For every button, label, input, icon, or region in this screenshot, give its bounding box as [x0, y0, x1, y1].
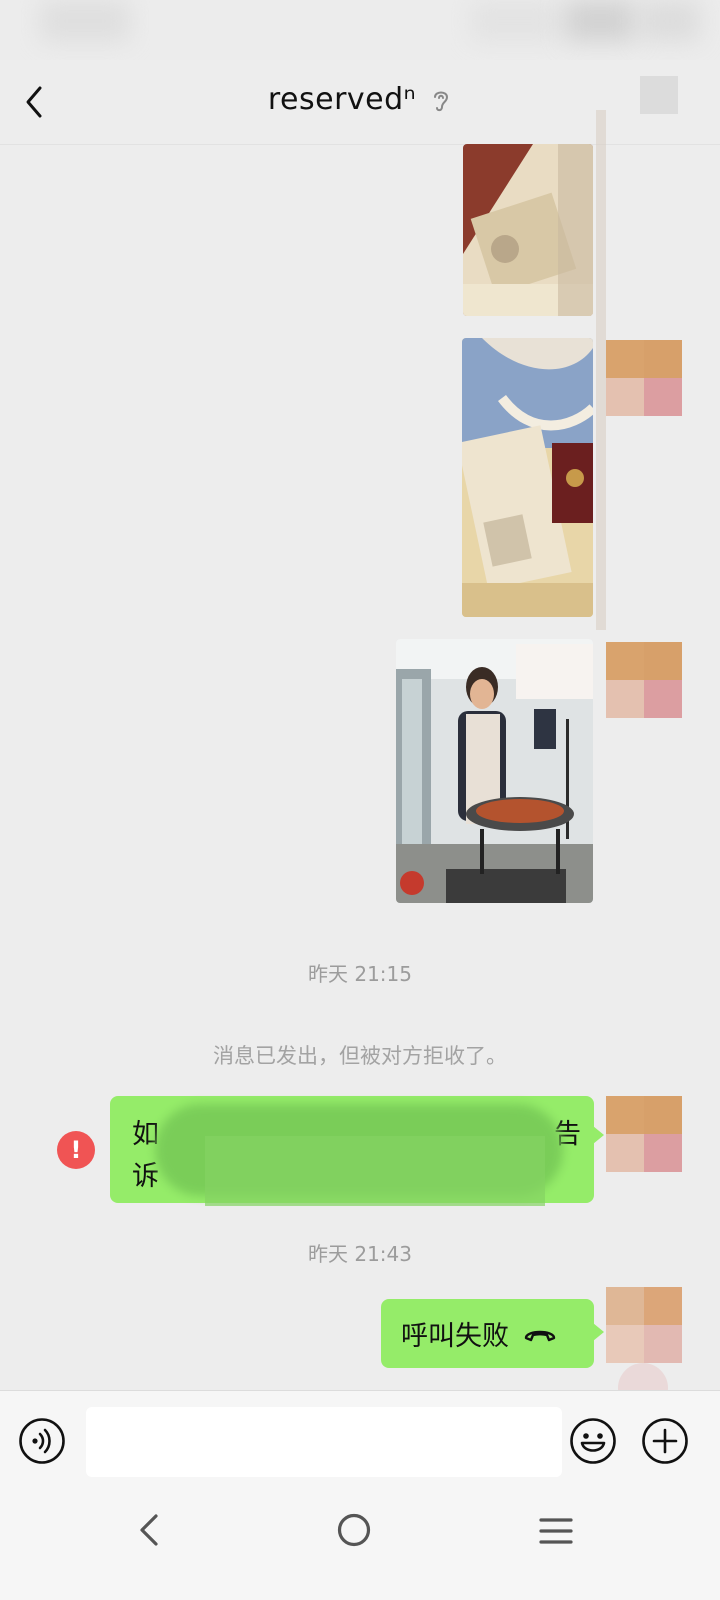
timestamp: 昨天 21:15 — [308, 962, 412, 986]
emoji-icon[interactable] — [569, 1417, 617, 1465]
nav-home-icon[interactable] — [336, 1512, 372, 1548]
contact-name: reservedⁿ — [267, 82, 417, 117]
nav-back-icon[interactable] — [134, 1512, 166, 1548]
system-navigation-bar — [0, 1494, 720, 1600]
phone-hangup-icon — [524, 1330, 556, 1341]
image-message[interactable] — [462, 338, 593, 617]
photo-passport-1 — [463, 144, 593, 316]
message-input[interactable] — [86, 1407, 562, 1477]
photo-passport-2 — [462, 338, 593, 617]
message-text-line2: 诉 — [132, 1161, 159, 1192]
timestamp: 昨天 21:43 — [308, 1242, 412, 1266]
redaction-mosaic — [205, 1136, 545, 1206]
chat-header: reservedⁿ — [0, 60, 720, 145]
send-failed-icon[interactable]: ! — [57, 1131, 95, 1169]
status-bar — [0, 0, 720, 60]
photo-cooking — [396, 639, 593, 903]
plus-icon[interactable] — [641, 1417, 689, 1465]
call-failed-label: 呼叫失败 — [401, 1321, 509, 1352]
chat-title: reservedⁿ — [0, 82, 720, 117]
image-message[interactable] — [396, 639, 593, 903]
system-notice: 消息已发出，但被对方拒收了。 — [213, 1044, 507, 1068]
call-failed-bubble[interactable]: 呼叫失败 — [381, 1299, 604, 1368]
voice-icon[interactable] — [18, 1417, 66, 1465]
ear-icon — [434, 91, 449, 111]
nav-menu-icon[interactable] — [538, 1516, 574, 1546]
input-bar — [0, 1390, 720, 1495]
image-message[interactable] — [463, 144, 593, 316]
failed-message-bubble[interactable]: 如 告 诉 — [110, 1096, 604, 1206]
